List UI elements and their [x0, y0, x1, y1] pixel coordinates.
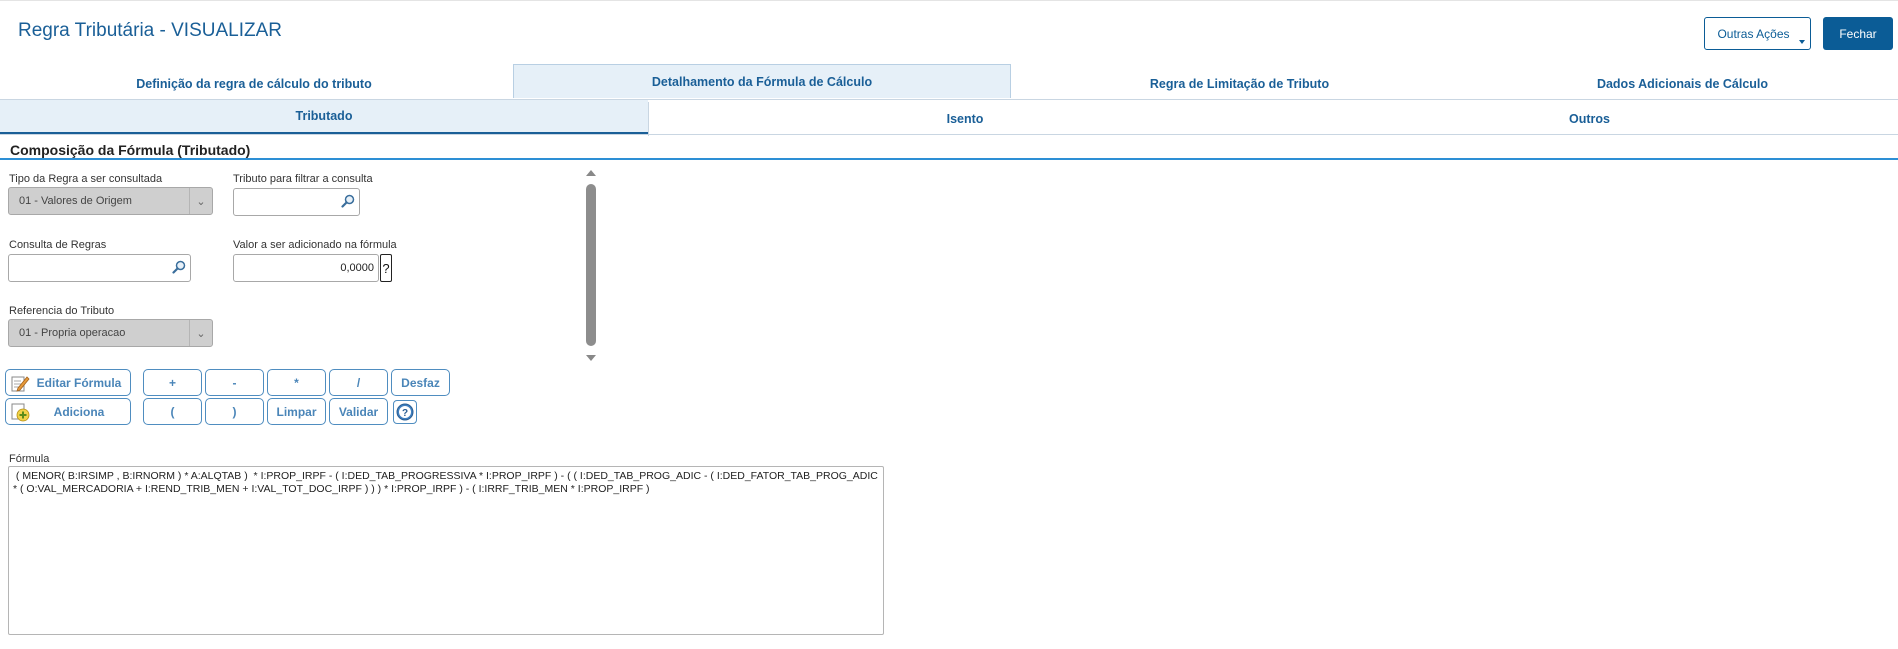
open-paren-button[interactable]: (	[143, 398, 202, 425]
divide-button[interactable]: /	[329, 369, 388, 396]
page-title: Regra Tributária - VISUALIZAR	[18, 20, 282, 41]
magnifier-icon[interactable]	[341, 194, 355, 208]
help-icon: ?	[396, 403, 414, 421]
editar-formula-label: Editar Fórmula	[36, 375, 122, 390]
help-button[interactable]: ?	[393, 400, 417, 424]
scroll-up-arrow[interactable]	[586, 170, 596, 176]
valor-adicionado-input[interactable]: 0,0000	[233, 254, 379, 282]
referencia-label: Referencia do Tributo	[9, 305, 115, 317]
tab-tributado[interactable]: Tributado	[0, 100, 648, 134]
tab-regra-limitacao[interactable]: Regra de Limitação de Tributo	[1012, 66, 1467, 101]
limpar-button[interactable]: Limpar	[267, 398, 326, 425]
referencia-select[interactable]: 01 - Propria operacao ⌄	[8, 319, 213, 347]
fechar-button[interactable]: Fechar	[1823, 17, 1893, 50]
scrollbar-thumb[interactable]	[586, 184, 596, 346]
edit-formula-icon	[11, 376, 30, 392]
top-divider	[0, 0, 1898, 1]
consulta-regras-label: Consulta de Regras	[9, 239, 107, 251]
editar-formula-button[interactable]: Editar Fórmula	[5, 369, 131, 396]
tab-detalhamento-formula[interactable]: Detalhamento da Fórmula de Cálculo	[513, 64, 1011, 98]
outras-acoes-button[interactable]: Outras Ações	[1704, 17, 1811, 50]
tributo-filtro-input[interactable]	[233, 188, 360, 216]
referencia-value: 01 - Propria operacao	[19, 327, 126, 339]
adiciona-button[interactable]: Adiciona	[5, 398, 131, 425]
sub-tabs: Tributado Isento Outros	[0, 100, 1898, 136]
multiply-button[interactable]: *	[267, 369, 326, 396]
tipo-regra-select[interactable]: 01 - Valores de Origem ⌄	[8, 187, 213, 215]
adiciona-label: Adiciona	[53, 404, 105, 419]
tab-definicao-regra[interactable]: Definição da regra de cálculo do tributo	[0, 66, 508, 101]
tab-dados-adicionais[interactable]: Dados Adicionais de Cálculo	[1467, 66, 1898, 101]
validar-button[interactable]: Validar	[329, 398, 388, 425]
tipo-regra-label: Tipo da Regra a ser consultada	[9, 173, 163, 185]
section-divider	[0, 158, 1898, 160]
scroll-down-arrow[interactable]	[586, 355, 596, 361]
caret-down-icon	[1799, 40, 1805, 44]
valor-adicionado-label: Valor a ser adicionado na fórmula	[233, 239, 397, 251]
formula-textarea[interactable]: ( MENOR( B:IRSIMP , B:IRNORM ) * A:ALQTA…	[8, 466, 884, 635]
main-tabs: Definição da regra de cálculo do tributo…	[0, 64, 1898, 100]
tab-isento[interactable]: Isento	[648, 102, 1281, 136]
plus-button[interactable]: +	[143, 369, 202, 396]
consulta-regras-input[interactable]	[8, 254, 191, 282]
svg-text:?: ?	[402, 408, 408, 419]
chevron-down-icon[interactable]: ⌄	[189, 188, 212, 214]
tab-outros[interactable]: Outros	[1281, 102, 1898, 136]
close-paren-button[interactable]: )	[205, 398, 264, 425]
outras-acoes-label: Outras Ações	[1717, 26, 1790, 41]
magnifier-icon[interactable]	[172, 260, 186, 274]
minus-button[interactable]: -	[205, 369, 264, 396]
desfaz-button[interactable]: Desfaz	[391, 369, 450, 396]
chevron-down-icon[interactable]: ⌄	[189, 320, 212, 346]
valor-help-button[interactable]: ?	[380, 254, 392, 282]
add-icon	[11, 403, 30, 422]
section-title: Composição da Fórmula (Tributado)	[10, 142, 251, 158]
tributo-filtro-label: Tributo para filtrar a consulta	[233, 173, 373, 185]
formula-label: Fórmula	[9, 453, 50, 465]
tipo-regra-value: 01 - Valores de Origem	[19, 195, 132, 207]
